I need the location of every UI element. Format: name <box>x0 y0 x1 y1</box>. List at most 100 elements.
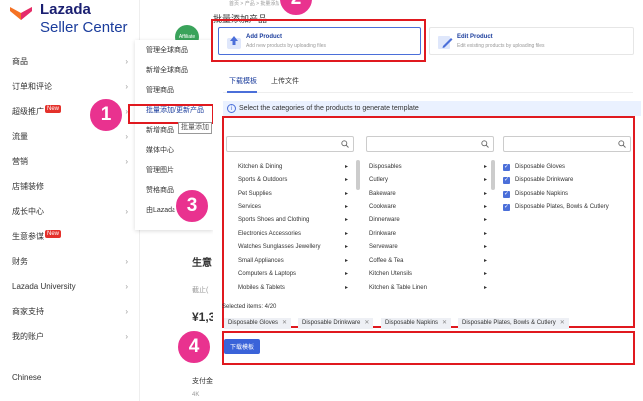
sidebar-item-finance[interactable]: 财务 › <box>0 249 140 274</box>
dashboard-subtitle: 截止( <box>192 287 209 294</box>
sidebar-item-label: 店铺装修 <box>12 182 44 191</box>
download-template-button[interactable]: 下载模板 <box>224 339 260 354</box>
category-column-2: Disposables Cutlery Bakeware Cookware Di… <box>366 136 495 294</box>
sidebar-item-label: 我的账户 <box>12 332 44 341</box>
tag-label: Disposable Napkins <box>385 320 439 326</box>
edit-product-desc: Edit existing products by uploading file… <box>457 43 545 49</box>
scrollbar[interactable] <box>356 160 360 190</box>
chevron-right-icon: › <box>125 282 128 291</box>
chevron-right-icon: › <box>125 207 128 216</box>
chevron-right-icon: ▸ <box>345 177 349 183</box>
close-icon[interactable]: ✕ <box>282 320 287 326</box>
close-icon[interactable]: ✕ <box>442 320 447 326</box>
close-icon[interactable]: ✕ <box>560 320 565 326</box>
tag-label: Disposable Gloves <box>228 320 279 326</box>
tab-upload-file[interactable]: 上传文件 <box>271 76 299 86</box>
sidebar-item-store-decor[interactable]: 店铺装修 <box>0 174 140 199</box>
step-badge-4: 4 <box>176 329 212 365</box>
search-icon <box>481 140 489 148</box>
submenu-manage-images[interactable]: 管理图片 <box>135 160 213 180</box>
checkbox-checked[interactable]: ✓ <box>503 204 510 211</box>
chevron-right-icon: ▸ <box>345 217 349 223</box>
category-option[interactable]: Bakeware <box>369 188 396 200</box>
category-option[interactable]: Sports & Outdoors <box>238 174 287 186</box>
submenu-manage-products[interactable]: 管理商品 <box>135 80 213 100</box>
category-option[interactable]: Coffee & Tea <box>369 255 403 267</box>
subcategory-option[interactable]: Disposable Napkins <box>515 188 568 200</box>
dashboard-metric-value: 4K <box>192 392 200 398</box>
search-icon <box>618 140 626 148</box>
sidebar-item-account[interactable]: 我的账户 › <box>0 324 140 349</box>
selected-tag[interactable]: Disposable Napkins ✕ <box>381 318 452 329</box>
logo-subtitle: Seller Center <box>40 19 128 36</box>
checkbox-checked[interactable]: ✓ <box>503 177 510 184</box>
category-option[interactable]: Watches Sunglasses Jewellery <box>238 241 320 253</box>
sidebar-item-insights[interactable]: 生意参谋 New <box>0 224 140 249</box>
category-option[interactable]: Serveware <box>369 241 398 253</box>
sidebar-item-growth[interactable]: 成长中心 › <box>0 199 140 224</box>
dashboard-amount: ¥1,3 <box>192 310 216 324</box>
submenu-manage-global[interactable]: 管理全球商品 <box>135 40 213 60</box>
category-option[interactable]: Electronics Accessories <box>238 228 301 240</box>
category-option[interactable]: Cutlery <box>369 174 388 186</box>
sidebar-item-support[interactable]: 商家支持 › <box>0 299 140 324</box>
category-option[interactable]: Mobiles & Tablets <box>238 282 285 294</box>
sidebar-item-marketing[interactable]: 营销 › <box>0 149 140 174</box>
category-option[interactable]: Small Appliances <box>238 255 284 267</box>
selected-tag[interactable]: Disposable Drinkware ✕ <box>298 318 374 329</box>
sidebar-item-products[interactable]: 商品 › <box>0 49 140 74</box>
selected-tag[interactable]: Disposable Gloves ✕ <box>224 318 292 329</box>
edit-product-title: Edit Product <box>457 34 493 40</box>
chevron-right-icon: ▸ <box>345 271 349 277</box>
subcategory-option[interactable]: Disposable Drinkware <box>515 174 573 186</box>
category-option[interactable]: Kitchen Utensils <box>369 268 412 280</box>
category-option[interactable]: Kitchen & Dining <box>238 161 282 173</box>
sidebar-item-traffic[interactable]: 流量 › <box>0 124 140 149</box>
subcategory-option[interactable]: Disposable Gloves <box>515 161 565 173</box>
chevron-right-icon: ▸ <box>484 191 488 197</box>
category-option[interactable]: Kitchen & Table Linen <box>369 282 427 294</box>
category-option[interactable]: Cookware <box>369 201 396 213</box>
chevron-right-icon: ▸ <box>484 244 488 250</box>
sidebar-item-university[interactable]: Lazada University › <box>0 274 140 299</box>
category-search-2[interactable] <box>366 136 494 152</box>
category-option[interactable]: Computers & Laptops <box>238 268 296 280</box>
tab-download-template[interactable]: 下载模板 <box>229 76 257 86</box>
close-icon[interactable]: ✕ <box>364 320 369 326</box>
chevron-right-icon: ▸ <box>484 231 488 237</box>
sidebar-item-label: 超级推广 <box>12 107 44 116</box>
category-option[interactable]: Drinkware <box>369 228 396 240</box>
category-search-1[interactable] <box>226 136 354 152</box>
checkbox-checked[interactable]: ✓ <box>503 191 510 198</box>
subcategory-option[interactable]: Disposable Plates, Bowls & Cutlery <box>515 201 609 213</box>
sidebar-item-orders[interactable]: 订单和评论 › <box>0 74 140 99</box>
sidebar-item-label: 生意参谋 <box>12 232 44 241</box>
app-root: Lazada Seller Center 商品 › 订单和评论 › 超级推广 New ›… <box>0 0 643 401</box>
sidebar-item-label: 商家支持 <box>12 307 44 316</box>
logo[interactable] <box>8 4 34 22</box>
category-option[interactable]: Disposables <box>369 161 402 173</box>
submenu-media-center[interactable]: 媒体中心 <box>135 140 213 160</box>
language-selector[interactable]: Chinese <box>12 373 41 382</box>
submenu-add-global[interactable]: 新增全球商品 <box>135 60 213 80</box>
checkbox-checked[interactable]: ✓ <box>503 164 510 171</box>
selected-count: Selected items: 4/20 <box>222 304 277 310</box>
sidebar-item-label: 订单和评论 <box>12 82 52 91</box>
selected-tag[interactable]: Disposable Plates, Bowls & Cutlery ✕ <box>458 318 569 329</box>
edit-product-option[interactable]: Edit Product Edit existing products by u… <box>429 27 634 55</box>
tooltip: 批量添加 <box>178 122 212 134</box>
category-option[interactable]: Pet Supplies <box>238 188 272 200</box>
chevron-right-icon: ▸ <box>345 285 349 291</box>
category-option[interactable]: Dinnerware <box>369 214 400 226</box>
category-option[interactable]: Services <box>238 201 261 213</box>
info-banner: i Select the categories of the products … <box>223 101 641 116</box>
category-search-3[interactable] <box>503 136 631 152</box>
active-tab-indicator <box>227 91 257 93</box>
chevron-right-icon: ▸ <box>345 204 349 210</box>
chevron-right-icon: ▸ <box>484 271 488 277</box>
category-option[interactable]: Sports Shoes and Clothing <box>238 214 309 226</box>
step-badge-3: 3 <box>174 188 210 224</box>
scrollbar[interactable] <box>491 160 495 190</box>
chevron-right-icon: ▸ <box>345 191 349 197</box>
step4-highlight-box <box>222 331 635 365</box>
